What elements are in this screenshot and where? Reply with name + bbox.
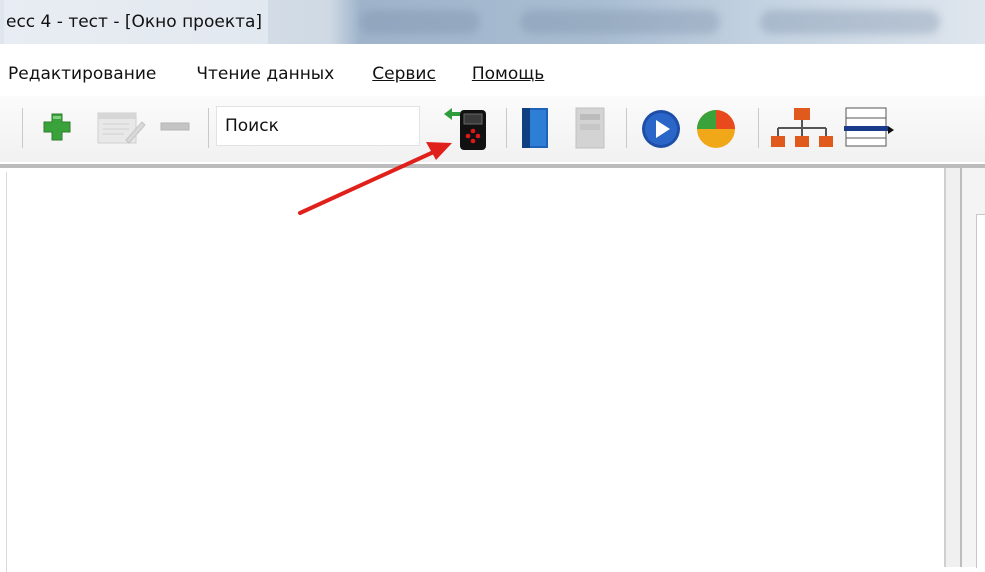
annotation-arrow: [298, 142, 452, 215]
